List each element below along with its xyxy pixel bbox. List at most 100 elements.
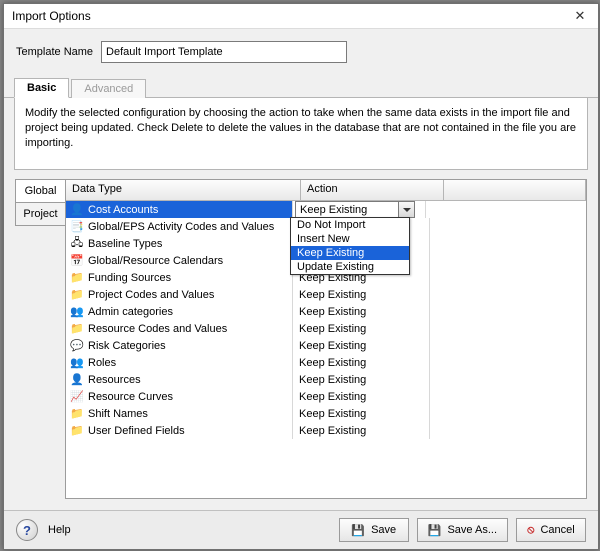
sidetab-project[interactable]: Project bbox=[15, 203, 65, 226]
cell-datatype[interactable]: 🖧 Baseline Types bbox=[66, 235, 293, 252]
save-as-icon: 💾 bbox=[428, 524, 442, 537]
col-action[interactable]: Action bbox=[301, 180, 444, 200]
cell-datatype[interactable]: 📑 Global/EPS Activity Codes and Values bbox=[66, 218, 293, 235]
accounts-icon: 👤 bbox=[70, 203, 84, 217]
col-spacer bbox=[444, 180, 586, 200]
cell-action[interactable]: Keep Existing bbox=[293, 337, 430, 354]
table-row[interactable]: 📁Resource Codes and ValuesKeep Existing bbox=[66, 320, 586, 337]
table-row[interactable]: 👤 Resources Keep Existing bbox=[66, 371, 586, 388]
row-label: Baseline Types bbox=[88, 238, 162, 250]
row-label: Global/EPS Activity Codes and Values bbox=[88, 221, 274, 233]
cancel-icon: ⦸ bbox=[527, 524, 534, 537]
row-label: Funding Sources bbox=[88, 272, 171, 284]
table-row[interactable]: 👥Admin categoriesKeep Existing bbox=[66, 303, 586, 320]
table-row[interactable]: 💬Risk CategoriesKeep Existing bbox=[66, 337, 586, 354]
cell-datatype[interactable]: 📁User Defined Fields bbox=[66, 422, 293, 439]
cell-action[interactable]: Keep Existing bbox=[293, 422, 430, 439]
cell-spacer bbox=[430, 269, 586, 286]
col-datatype[interactable]: Data Type bbox=[66, 180, 301, 200]
cell-datatype[interactable]: 📁Resource Codes and Values bbox=[66, 320, 293, 337]
close-button[interactable]: ✕ bbox=[566, 6, 594, 26]
cell-spacer bbox=[430, 422, 586, 439]
action-combobox[interactable]: Keep Existing bbox=[295, 201, 415, 218]
row-label: Project Codes and Values bbox=[88, 289, 214, 301]
table-row[interactable]: 📈Resource CurvesKeep Existing bbox=[66, 388, 586, 405]
dropdown-option[interactable]: Keep Existing bbox=[291, 246, 409, 260]
cell-spacer bbox=[430, 388, 586, 405]
cell-datatype[interactable]: 📁Shift Names bbox=[66, 405, 293, 422]
project-codes-icon: 📁 bbox=[70, 288, 84, 302]
sidetab-global[interactable]: Global bbox=[15, 179, 65, 203]
cancel-button[interactable]: ⦸ Cancel bbox=[516, 518, 586, 542]
cell-datatype[interactable]: 📈Resource Curves bbox=[66, 388, 293, 405]
cell-action[interactable]: Keep Existing bbox=[293, 201, 426, 218]
import-options-dialog: Import Options ✕ Template Name Basic Adv… bbox=[3, 3, 599, 550]
data-table: Data Type Action 👤 Cost Accounts Keep Exis… bbox=[65, 179, 587, 499]
res-codes-icon: 📁 bbox=[70, 322, 84, 336]
cell-action[interactable]: Keep Existing bbox=[293, 354, 430, 371]
help-button[interactable]: Help bbox=[48, 524, 71, 536]
row-label: Risk Categories bbox=[88, 340, 166, 352]
cell-action[interactable]: Keep Existing bbox=[293, 303, 430, 320]
grid-section: Global Project Data Type Action 👤 Cost Ac… bbox=[14, 178, 588, 500]
funding-icon: 📁 bbox=[70, 271, 84, 285]
dropdown-option[interactable]: Update Existing bbox=[291, 260, 409, 274]
save-button[interactable]: 💾 Save bbox=[339, 518, 409, 542]
save-as-button[interactable]: 💾 Save As... bbox=[417, 518, 508, 542]
cell-action[interactable]: Keep Existing bbox=[293, 388, 430, 405]
cell-spacer bbox=[430, 218, 586, 235]
cell-spacer bbox=[430, 286, 586, 303]
cell-action[interactable]: Keep Existing bbox=[293, 371, 430, 388]
baseline-icon: 🖧 bbox=[70, 237, 84, 251]
dialog-footer: ? Help 💾 Save 💾 Save As... ⦸ Cancel bbox=[4, 510, 598, 549]
shift-icon: 📁 bbox=[70, 407, 84, 421]
basic-panel: Modify the selected configuration by cho… bbox=[14, 98, 588, 170]
help-icon[interactable]: ? bbox=[16, 519, 38, 541]
table-row[interactable]: 📁Shift NamesKeep Existing bbox=[66, 405, 586, 422]
roles-icon: 👥 bbox=[70, 356, 84, 370]
chevron-down-icon[interactable] bbox=[398, 202, 414, 217]
table-row[interactable]: 📁User Defined FieldsKeep Existing bbox=[66, 422, 586, 439]
tab-advanced[interactable]: Advanced bbox=[71, 79, 146, 98]
table-row[interactable]: 👥RolesKeep Existing bbox=[66, 354, 586, 371]
template-name-label: Template Name bbox=[16, 46, 93, 58]
cell-spacer bbox=[430, 235, 586, 252]
window-title: Import Options bbox=[12, 9, 566, 23]
template-row: Template Name bbox=[4, 29, 598, 73]
cell-spacer bbox=[430, 371, 586, 388]
cell-datatype[interactable]: 📁 Funding Sources bbox=[66, 269, 293, 286]
dropdown-option[interactable]: Insert New bbox=[291, 232, 409, 246]
curves-icon: 📈 bbox=[70, 390, 84, 404]
tab-basic[interactable]: Basic bbox=[14, 78, 69, 98]
cell-spacer bbox=[430, 354, 586, 371]
cell-spacer bbox=[430, 320, 586, 337]
panel-description: Modify the selected configuration by cho… bbox=[25, 106, 577, 151]
codes-icon: 📑 bbox=[70, 220, 84, 234]
cell-datatype[interactable]: 👥Roles bbox=[66, 354, 293, 371]
cell-action[interactable]: Keep Existing bbox=[293, 320, 430, 337]
cell-datatype[interactable]: 👤 Resources bbox=[66, 371, 293, 388]
table-row[interactable]: 📁 Project Codes and Values Keep Existing bbox=[66, 286, 586, 303]
resources-icon: 👤 bbox=[70, 373, 84, 387]
template-name-input[interactable] bbox=[101, 41, 347, 63]
cell-spacer bbox=[430, 303, 586, 320]
cell-action[interactable]: Keep Existing bbox=[293, 286, 430, 303]
row-label: Cost Accounts bbox=[88, 204, 158, 216]
cell-spacer bbox=[426, 201, 586, 218]
cell-datatype[interactable]: 📁 Project Codes and Values bbox=[66, 286, 293, 303]
cell-action[interactable]: Keep Existing bbox=[293, 405, 430, 422]
dropdown-option[interactable]: Do Not Import bbox=[291, 218, 409, 232]
cell-datatype[interactable]: 👤 Cost Accounts bbox=[66, 201, 293, 218]
title-bar: Import Options ✕ bbox=[4, 4, 598, 29]
calendar-icon: 📅 bbox=[70, 254, 84, 268]
table-row[interactable]: 👤 Cost Accounts Keep Existing bbox=[66, 201, 586, 218]
side-tabs: Global Project bbox=[15, 179, 65, 499]
tab-strip: Basic Advanced bbox=[4, 73, 598, 98]
cell-spacer bbox=[430, 252, 586, 269]
cell-datatype[interactable]: 👥Admin categories bbox=[66, 303, 293, 320]
cell-datatype[interactable]: 💬Risk Categories bbox=[66, 337, 293, 354]
table-header: Data Type Action bbox=[66, 180, 586, 201]
cell-datatype[interactable]: 📅Global/Resource Calendars bbox=[66, 252, 293, 269]
action-dropdown-list[interactable]: Do Not ImportInsert NewKeep ExistingUpda… bbox=[290, 217, 410, 275]
row-label: Resources bbox=[88, 374, 141, 386]
